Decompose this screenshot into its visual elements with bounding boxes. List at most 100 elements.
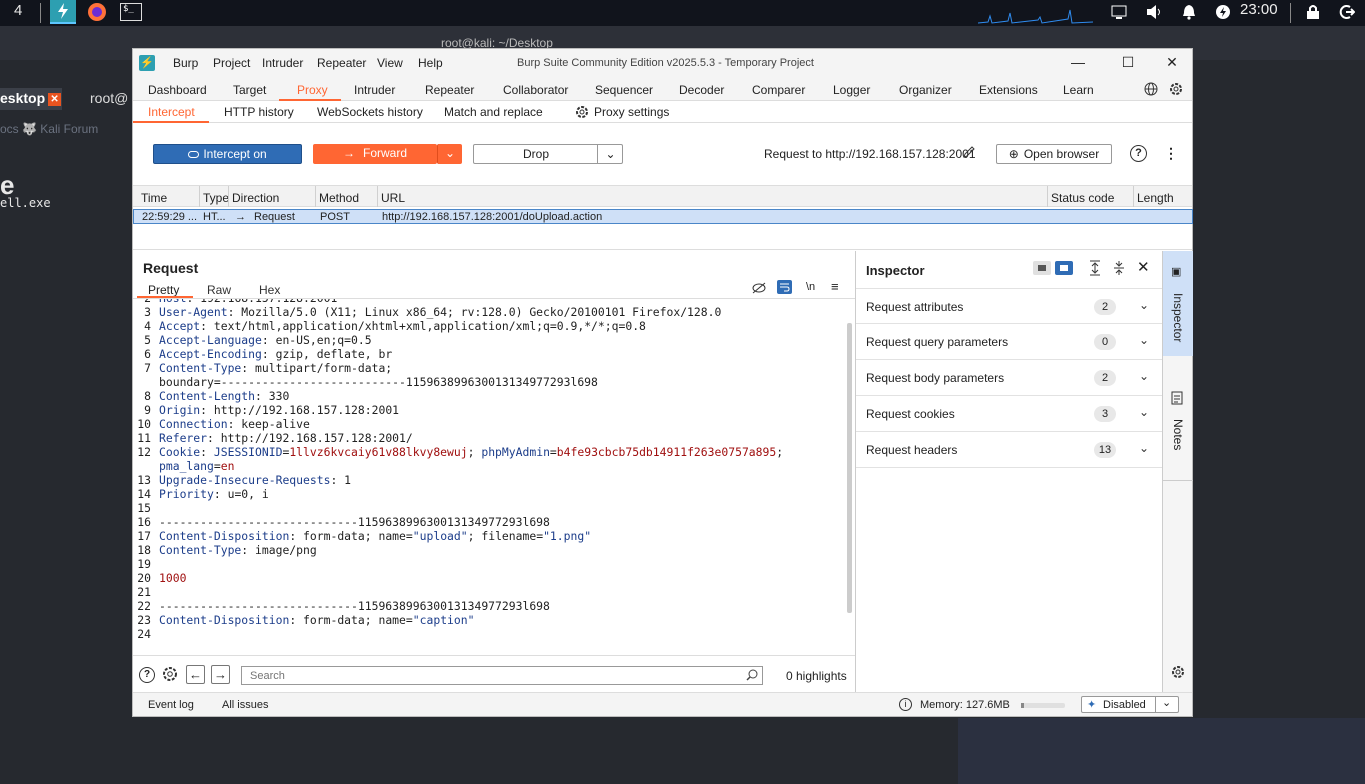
hide-nonprintable-icon[interactable]	[752, 282, 766, 297]
menu-help[interactable]: Help	[418, 56, 443, 70]
side-tab-notes[interactable]: Notes	[1163, 371, 1193, 481]
minimize-button[interactable]: —	[1068, 54, 1088, 72]
event-log-link[interactable]: Event log	[148, 699, 194, 711]
inspector-row-headers[interactable]: Request headers 13 ⌄	[856, 432, 1162, 468]
chevron-down-icon[interactable]: ⌄	[1139, 298, 1149, 312]
tab-sequencer[interactable]: Sequencer	[595, 83, 653, 97]
help-icon[interactable]: ?	[1130, 145, 1147, 162]
chevron-down-icon[interactable]: ⌄	[1139, 405, 1149, 419]
menu-burp[interactable]: Burp	[173, 56, 198, 70]
side-tab-inspector[interactable]: ▣ Inspector	[1163, 251, 1193, 356]
close-icon[interactable]: ✕	[48, 93, 62, 106]
close-icon[interactable]: ✕	[1137, 258, 1150, 276]
chevron-down-icon[interactable]: ⌄	[1162, 696, 1171, 709]
column-divider[interactable]	[199, 186, 200, 207]
col-time[interactable]: Time	[141, 191, 167, 205]
col-method[interactable]: Method	[319, 191, 359, 205]
tab-raw[interactable]: Raw	[207, 283, 231, 297]
col-direction[interactable]: Direction	[232, 191, 279, 205]
subtab-proxy-settings[interactable]: Proxy settings	[594, 105, 669, 119]
editor-scrollbar[interactable]	[847, 323, 852, 613]
search-input[interactable]	[241, 666, 763, 685]
subtab-http-history[interactable]: HTTP history	[224, 105, 294, 119]
edit-pencil-icon[interactable]	[963, 146, 975, 161]
power-manager-icon[interactable]	[1210, 0, 1236, 24]
tab-target[interactable]: Target	[233, 83, 266, 97]
tab-decoder[interactable]: Decoder	[679, 83, 724, 97]
menu-hamburger-icon[interactable]: ≡	[831, 279, 839, 294]
tab-extensions[interactable]: Extensions	[979, 83, 1038, 97]
settings-gear-icon[interactable]	[1169, 82, 1183, 99]
col-url[interactable]: URL	[381, 191, 405, 205]
lock-icon[interactable]	[1300, 0, 1326, 24]
column-divider[interactable]	[315, 186, 316, 207]
background-tab-root[interactable]: root@	[90, 90, 128, 106]
forward-dropdown-button[interactable]: ⌄	[437, 144, 462, 164]
chevron-down-icon[interactable]: ⌄	[1139, 441, 1149, 455]
column-divider[interactable]	[228, 186, 229, 207]
inspector-row-cookies[interactable]: Request cookies 3 ⌄	[856, 396, 1162, 432]
menu-intruder[interactable]: Intruder	[262, 56, 303, 70]
search-previous-button[interactable]: ←	[186, 665, 205, 684]
notification-bell-icon[interactable]	[1176, 0, 1202, 24]
more-options-icon[interactable]: ⋮	[1164, 145, 1178, 162]
col-length[interactable]: Length	[1137, 191, 1174, 205]
subtab-match-replace[interactable]: Match and replace	[444, 105, 543, 119]
col-status-code[interactable]: Status code	[1051, 191, 1114, 205]
column-divider[interactable]	[1133, 186, 1134, 207]
inspector-row-attributes[interactable]: Request attributes 2 ⌄	[856, 288, 1162, 324]
tab-repeater[interactable]: Repeater	[425, 83, 474, 97]
subtab-websockets-history[interactable]: WebSockets history	[317, 105, 423, 119]
terminal-icon[interactable]: $_	[118, 0, 144, 24]
display-icon[interactable]	[1106, 0, 1132, 24]
column-divider[interactable]	[1047, 186, 1048, 207]
request-body[interactable]: 2Host: 192.168.157.128:20013User-Agent: …	[133, 299, 845, 643]
drop-button[interactable]: Drop ⌄	[473, 144, 623, 164]
tab-pretty[interactable]: Pretty	[148, 283, 179, 297]
inspector-row-query-params[interactable]: Request query parameters 0 ⌄	[856, 324, 1162, 360]
all-issues-link[interactable]: All issues	[222, 699, 268, 711]
globe-icon[interactable]	[1144, 82, 1158, 99]
inspector-row-body-params[interactable]: Request body parameters 2 ⌄	[856, 360, 1162, 396]
burp-app-icon[interactable]	[50, 0, 76, 24]
maximize-button[interactable]: ☐	[1118, 54, 1138, 72]
layout-stacked-icon[interactable]	[1033, 261, 1051, 275]
help-icon[interactable]: ?	[139, 667, 155, 683]
chevron-down-icon[interactable]: ⌄	[1139, 333, 1149, 347]
chevron-down-icon[interactable]: ⌄	[597, 145, 623, 164]
menu-repeater[interactable]: Repeater	[317, 56, 366, 70]
open-browser-button[interactable]: ⊕ Open browser	[996, 144, 1112, 164]
subtab-intercept[interactable]: Intercept	[148, 105, 195, 119]
tab-learn[interactable]: Learn	[1063, 83, 1094, 97]
tab-intruder[interactable]: Intruder	[354, 83, 395, 97]
workspace-number[interactable]: 4	[14, 2, 22, 19]
tab-comparer[interactable]: Comparer	[752, 83, 805, 97]
tab-logger[interactable]: Logger	[833, 83, 870, 97]
background-tab-desktop[interactable]: esktop ✕	[0, 88, 62, 110]
tab-dashboard[interactable]: Dashboard	[148, 83, 207, 97]
ai-disabled-dropdown[interactable]: ✦ Disabled ⌄	[1081, 696, 1179, 713]
table-row[interactable]: 22:59:29 ... HT... → Request POST http:/…	[133, 209, 1193, 224]
tab-collaborator[interactable]: Collaborator	[503, 83, 568, 97]
expand-all-icon[interactable]	[1088, 260, 1102, 279]
forward-button[interactable]: → Forward	[313, 144, 437, 164]
layout-side-icon[interactable]	[1055, 261, 1073, 275]
volume-icon[interactable]	[1141, 0, 1167, 24]
settings-gear-icon[interactable]	[1171, 665, 1185, 682]
menu-view[interactable]: View	[377, 56, 403, 70]
logout-icon[interactable]	[1334, 0, 1360, 24]
search-next-button[interactable]: →	[211, 665, 230, 684]
collapse-all-icon[interactable]	[1112, 260, 1126, 279]
column-divider[interactable]	[377, 186, 378, 207]
col-type[interactable]: Type	[203, 191, 229, 205]
tab-hex[interactable]: Hex	[259, 283, 280, 297]
settings-gear-icon[interactable]	[162, 666, 178, 685]
menu-project[interactable]: Project	[213, 56, 250, 70]
newline-toggle-icon[interactable]: \n	[806, 281, 815, 293]
wrap-lines-icon[interactable]	[777, 280, 792, 294]
firefox-icon[interactable]	[84, 0, 110, 24]
chevron-down-icon[interactable]: ⌄	[1139, 369, 1149, 383]
tab-organizer[interactable]: Organizer	[899, 83, 952, 97]
close-window-button[interactable]: ✕	[1162, 54, 1182, 72]
intercept-toggle-button[interactable]: Intercept on	[153, 144, 302, 164]
